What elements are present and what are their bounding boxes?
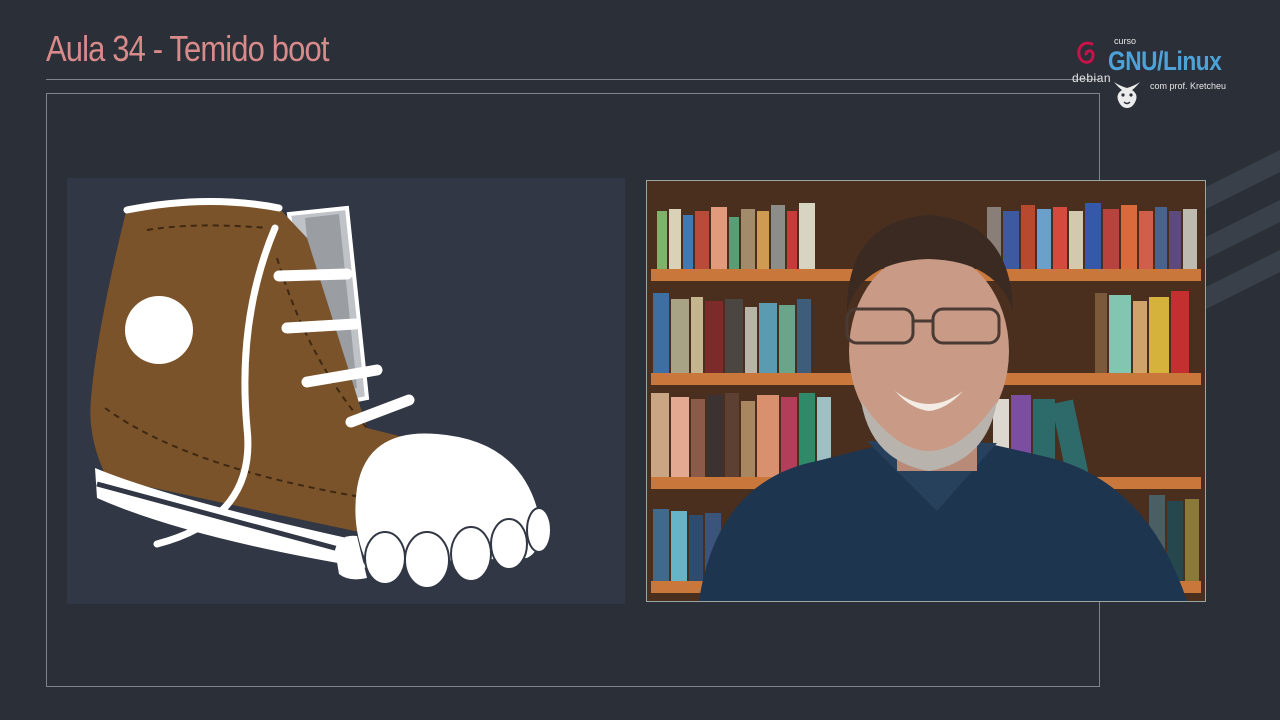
boot-illustration-panel (67, 178, 625, 604)
logo-curso-label: curso (1114, 36, 1137, 46)
title-divider (46, 79, 1100, 80)
decorative-stripes (1200, 150, 1280, 312)
debian-swirl-icon (1077, 41, 1095, 64)
slide-title: Aula 34 - Temido boot (46, 28, 329, 69)
logo-professor-label: com prof. Kretcheu (1150, 81, 1227, 91)
bookshelf-scene (647, 181, 1205, 601)
logo-product-name: GNU/Linux (1108, 46, 1222, 76)
boot-illustration (90, 197, 552, 589)
gnu-head-icon (1114, 82, 1140, 108)
webcam-video (646, 180, 1206, 602)
debian-wordmark: debian (1072, 71, 1112, 85)
